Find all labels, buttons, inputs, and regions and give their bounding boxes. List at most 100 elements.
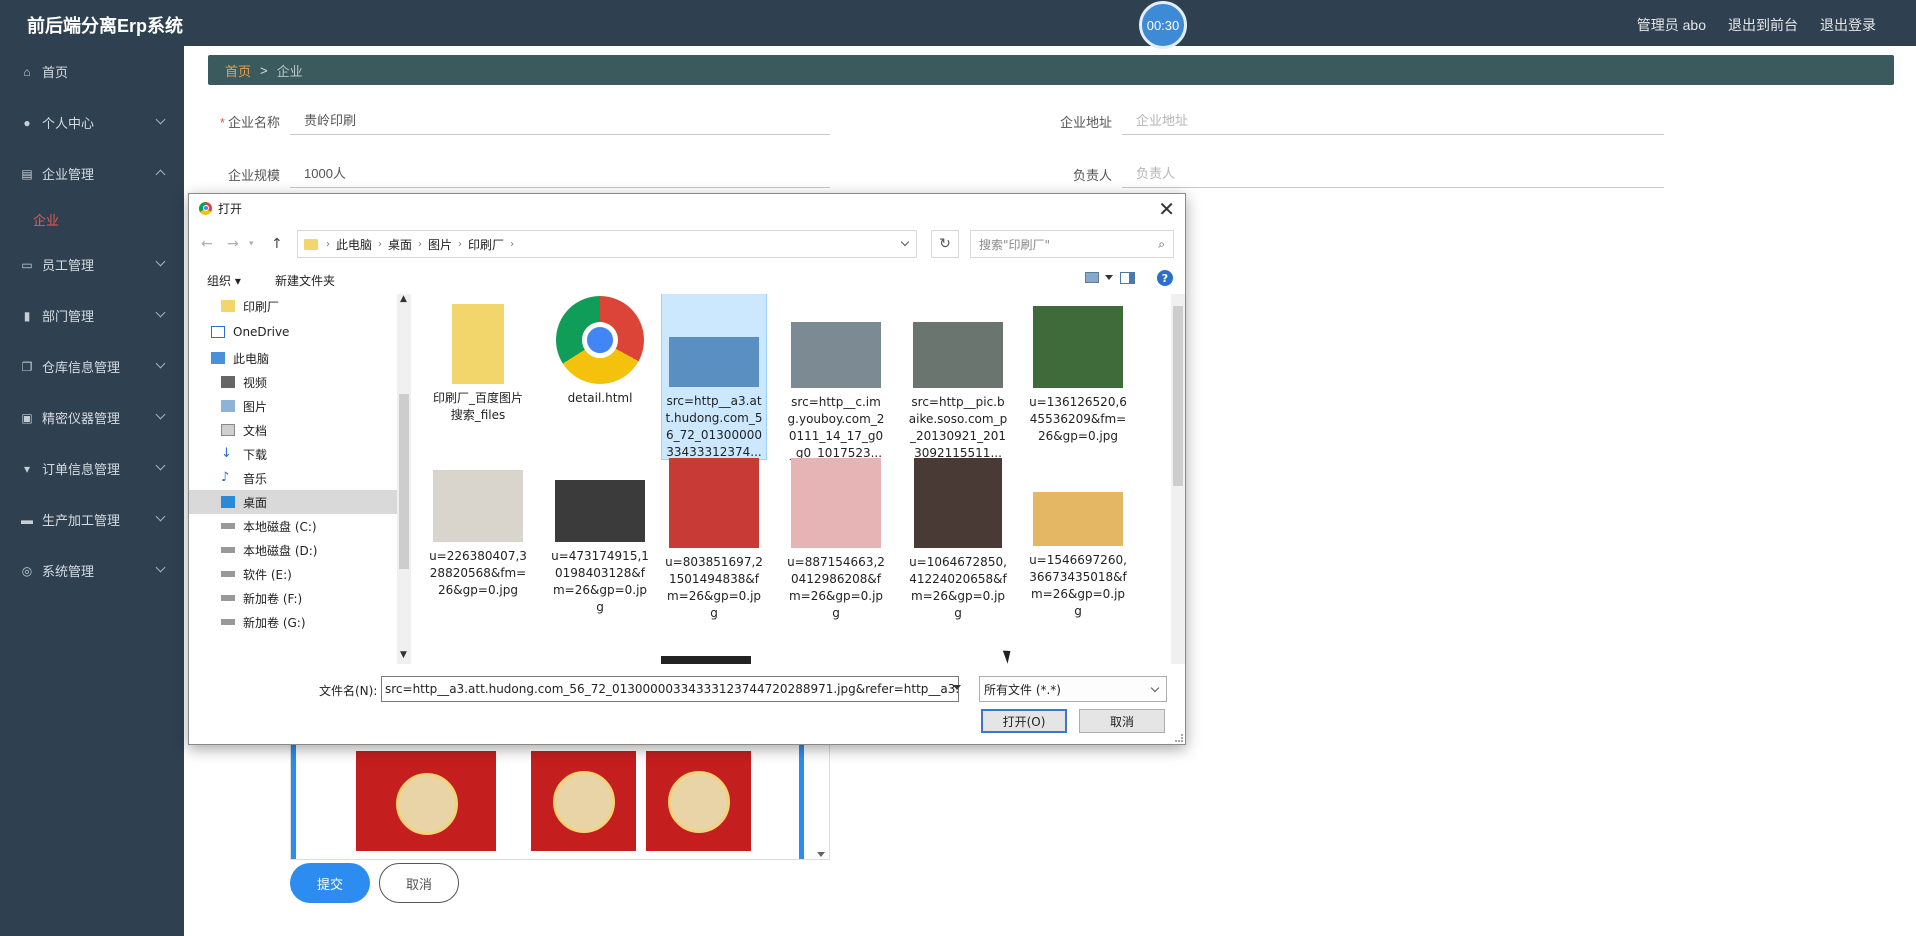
nav-item-printing-factory[interactable]: 印刷厂 <box>189 294 397 318</box>
sidebar-item-instrument[interactable]: ▣ 精密仪器管理 <box>0 392 184 443</box>
file-item[interactable]: u=226380407,328820568&fm=26&gp=0.jpg <box>425 470 531 599</box>
video-icon <box>221 376 235 388</box>
dialog-toolbar: 组织 ▾ 新建文件夹 ? <box>189 266 1185 292</box>
address-bar[interactable]: › 此电脑 › 桌面 › 图片 › 印刷厂 › <box>297 230 917 258</box>
path-segment[interactable]: 印刷厂 <box>468 236 504 253</box>
file-item[interactable]: u=803851697,21501494838&fm=26&gp=0.jpg <box>661 458 767 622</box>
path-segment[interactable]: 桌面 <box>388 236 412 253</box>
enterprise-scale-input[interactable]: 1000人 <box>290 158 830 188</box>
file-item[interactable]: 印刷厂_百度图片搜索_files <box>425 294 531 424</box>
sidebar-item-label: 部门管理 <box>42 309 95 324</box>
image-thumbnail <box>555 480 645 542</box>
organize-menu[interactable]: 组织 ▾ <box>207 272 241 289</box>
sidebar-subitem-enterprise[interactable]: 企业 <box>0 199 184 239</box>
file-item[interactable]: u=887154663,20412986208&fm=26&gp=0.jpg <box>783 458 889 622</box>
nav-item-music[interactable]: ♪ 音乐 <box>189 466 397 490</box>
image-thumbnail <box>661 656 751 664</box>
enterprise-address-input[interactable]: 企业地址 <box>1122 105 1664 135</box>
exit-to-frontend-link[interactable]: 退出到前台 <box>1728 15 1798 35</box>
submit-button[interactable]: 提交 <box>290 863 370 903</box>
nav-item-desktop[interactable]: 桌面 <box>189 490 397 514</box>
person-in-charge-input[interactable]: 负责人 <box>1122 158 1664 188</box>
nav-scrollbar[interactable]: ▲ ▼ <box>397 294 411 664</box>
recent-dropdown-icon[interactable]: ▾ <box>249 239 254 249</box>
file-item[interactable]: src=http__pic.baike.soso.com_p_20130921_… <box>905 294 1011 462</box>
chevron-down-icon <box>155 307 166 318</box>
nav-item-onedrive[interactable]: OneDrive <box>189 320 397 344</box>
nav-item-drive-g[interactable]: 新加卷 (G:) <box>189 610 397 634</box>
sidebar-item-system[interactable]: ◎ 系统管理 <box>0 545 184 596</box>
nav-item-drive-e[interactable]: 软件 (E:) <box>189 562 397 586</box>
image-frame-right <box>799 741 804 859</box>
nav-item-pictures[interactable]: 图片 <box>189 394 397 418</box>
file-item[interactable]: src=http__c.img.youboy.com_20111_14_17_g… <box>783 294 889 462</box>
path-segment[interactable]: 此电脑 <box>336 236 372 253</box>
image-thumbnail <box>791 322 881 388</box>
file-list-scrollbar[interactable] <box>1171 294 1185 664</box>
chevron-down-icon[interactable] <box>900 237 910 247</box>
scroll-down-icon[interactable]: ▼ <box>400 650 407 660</box>
sidebar-item-label: 首页 <box>42 65 69 80</box>
scroll-up-icon[interactable]: ▲ <box>400 294 407 304</box>
dialog-cancel-button[interactable]: 取消 <box>1079 709 1165 733</box>
sidebar-item-label: 仓库信息管理 <box>42 360 121 375</box>
up-arrow-icon[interactable]: ↑ <box>271 236 283 252</box>
sidebar-item-production[interactable]: ▬ 生产加工管理 <box>0 494 184 545</box>
scrollbar-thumb[interactable] <box>399 394 409 569</box>
image-upload-area[interactable] <box>290 740 830 860</box>
sidebar-item-department[interactable]: ▮ 部门管理 <box>0 290 184 341</box>
scrollbar-thumb[interactable] <box>1173 306 1183 486</box>
image-thumbnail <box>669 458 759 548</box>
file-item[interactable]: detail.html <box>547 294 653 407</box>
refresh-icon[interactable]: ↻ <box>931 230 959 258</box>
sidebar-item-label: 员工管理 <box>42 258 95 273</box>
file-item[interactable]: u=473174915,10198403128&fm=26&gp=0.jpg <box>547 470 653 616</box>
nav-item-videos[interactable]: 视频 <box>189 370 397 394</box>
nav-item-drive-f[interactable]: 新加卷 (F:) <box>189 586 397 610</box>
scroll-down-icon[interactable] <box>817 852 825 857</box>
sidebar-item-profile[interactable]: ● 个人中心 <box>0 97 184 148</box>
user-icon: ● <box>23 115 31 130</box>
dialog-title: 打开 <box>218 201 243 216</box>
search-input[interactable]: 搜索"印刷厂" ⌕ <box>970 230 1174 258</box>
back-arrow-icon[interactable]: ← <box>201 236 213 252</box>
file-item-selected[interactable]: src=http__a3.att.hudong.com_56_72_013000… <box>661 294 767 460</box>
file-item[interactable]: u=136126520,645536209&fm=26&gp=0.jpg <box>1025 294 1131 445</box>
nav-item-drive-c[interactable]: 本地磁盘 (C:) <box>189 514 397 538</box>
help-icon[interactable]: ? <box>1157 270 1173 286</box>
filename-input[interactable]: src=http__a3.att.hudong.com_56_72_013000… <box>381 676 959 702</box>
file-type-select[interactable]: 所有文件 (*.*) <box>979 676 1167 702</box>
onedrive-icon <box>211 326 225 338</box>
chevron-down-icon <box>155 358 166 369</box>
document-icon <box>221 424 235 436</box>
new-folder-button[interactable]: 新建文件夹 <box>275 272 335 289</box>
chevron-down-icon[interactable] <box>953 685 961 690</box>
factory-icon: ▬ <box>21 512 33 527</box>
sidebar-item-orders[interactable]: ▾ 订单信息管理 <box>0 443 184 494</box>
chevron-down-icon[interactable] <box>1105 275 1113 280</box>
music-icon: ♪ <box>221 470 230 485</box>
file-item[interactable]: u=1064672850,41224020658&fm=26&gp=0.jpg <box>905 458 1011 622</box>
close-icon[interactable]: ✕ <box>1158 197 1175 221</box>
breadcrumb-home[interactable]: 首页 <box>225 61 251 80</box>
admin-user-link[interactable]: 管理员 abo <box>1637 15 1706 35</box>
nav-item-drive-d[interactable]: 本地磁盘 (D:) <box>189 538 397 562</box>
resize-grip-icon[interactable] <box>1175 734 1183 742</box>
nav-item-this-pc[interactable]: 此电脑 <box>189 346 397 370</box>
sidebar-item-warehouse[interactable]: ❐ 仓库信息管理 <box>0 341 184 392</box>
enterprise-name-input[interactable]: 贵岭印刷 <box>290 105 830 135</box>
cancel-button[interactable]: 取消 <box>379 863 459 903</box>
logout-link[interactable]: 退出登录 <box>1820 15 1876 35</box>
view-icon[interactable] <box>1085 272 1099 283</box>
sidebar-item-home[interactable]: ⌂ 首页 <box>0 46 184 97</box>
file-item[interactable]: u=1546697260,36673435018&fm=26&gp=0.jpg <box>1025 470 1131 620</box>
nav-item-downloads[interactable]: ↓ 下载 <box>189 442 397 466</box>
path-segment[interactable]: 图片 <box>428 236 452 253</box>
sidebar-item-staff[interactable]: ▭ 员工管理 <box>0 239 184 290</box>
open-button[interactable]: 打开(O) <box>981 709 1067 733</box>
preview-pane-icon[interactable] <box>1120 272 1135 284</box>
nav-item-documents[interactable]: 文档 <box>189 418 397 442</box>
sidebar-item-enterprise-mgmt[interactable]: ▤ 企业管理 <box>0 148 184 199</box>
chrome-icon <box>556 296 644 384</box>
forward-arrow-icon[interactable]: → <box>227 236 239 252</box>
